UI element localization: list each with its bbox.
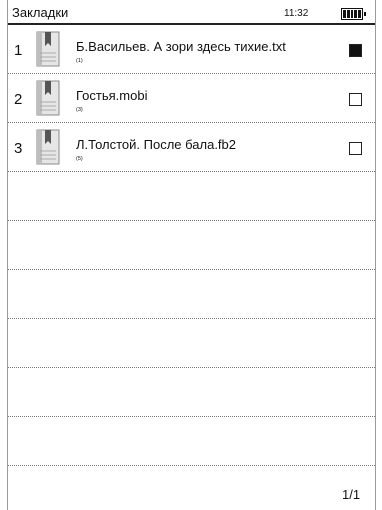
item-number: 2: [14, 91, 23, 108]
clock: 11:32: [284, 8, 309, 19]
screen-frame: Закладки 11:32 1 Б.Васильев. А зори здес…: [7, 0, 376, 510]
bookmark-count: (1): [76, 58, 83, 64]
empty-row: [8, 270, 375, 319]
book-title: Гостья.mobi: [76, 88, 148, 103]
book-icon: [36, 80, 60, 116]
list-item[interactable]: 3 Л.Толстой. После бала.fb2 (5): [8, 123, 375, 172]
book-title: Б.Васильев. А зори здесь тихие.txt: [76, 39, 286, 54]
bookmark-count: (3): [76, 107, 83, 113]
bookmark-list: 1 Б.Васильев. А зори здесь тихие.txt (1)…: [8, 25, 375, 466]
item-number: 1: [14, 42, 23, 59]
page-title: Закладки: [12, 5, 69, 20]
item-checkbox[interactable]: [349, 44, 362, 57]
item-number: 3: [14, 140, 23, 157]
list-item[interactable]: 2 Гостья.mobi (3): [8, 74, 375, 123]
bookmark-count: (5): [76, 156, 83, 162]
item-checkbox[interactable]: [349, 93, 362, 106]
empty-row: [8, 172, 375, 221]
page-indicator: 1/1: [342, 487, 361, 502]
list-item[interactable]: 1 Б.Васильев. А зори здесь тихие.txt (1): [8, 25, 375, 74]
book-icon: [36, 31, 60, 67]
item-checkbox[interactable]: [349, 142, 362, 155]
book-title: Л.Толстой. После бала.fb2: [76, 137, 236, 152]
status-bar: Закладки 11:32: [8, 0, 375, 25]
empty-row: [8, 368, 375, 417]
empty-row: [8, 221, 375, 270]
book-icon: [36, 129, 60, 165]
empty-row: [8, 319, 375, 368]
battery-full-icon: [341, 8, 366, 20]
empty-row: [8, 417, 375, 466]
